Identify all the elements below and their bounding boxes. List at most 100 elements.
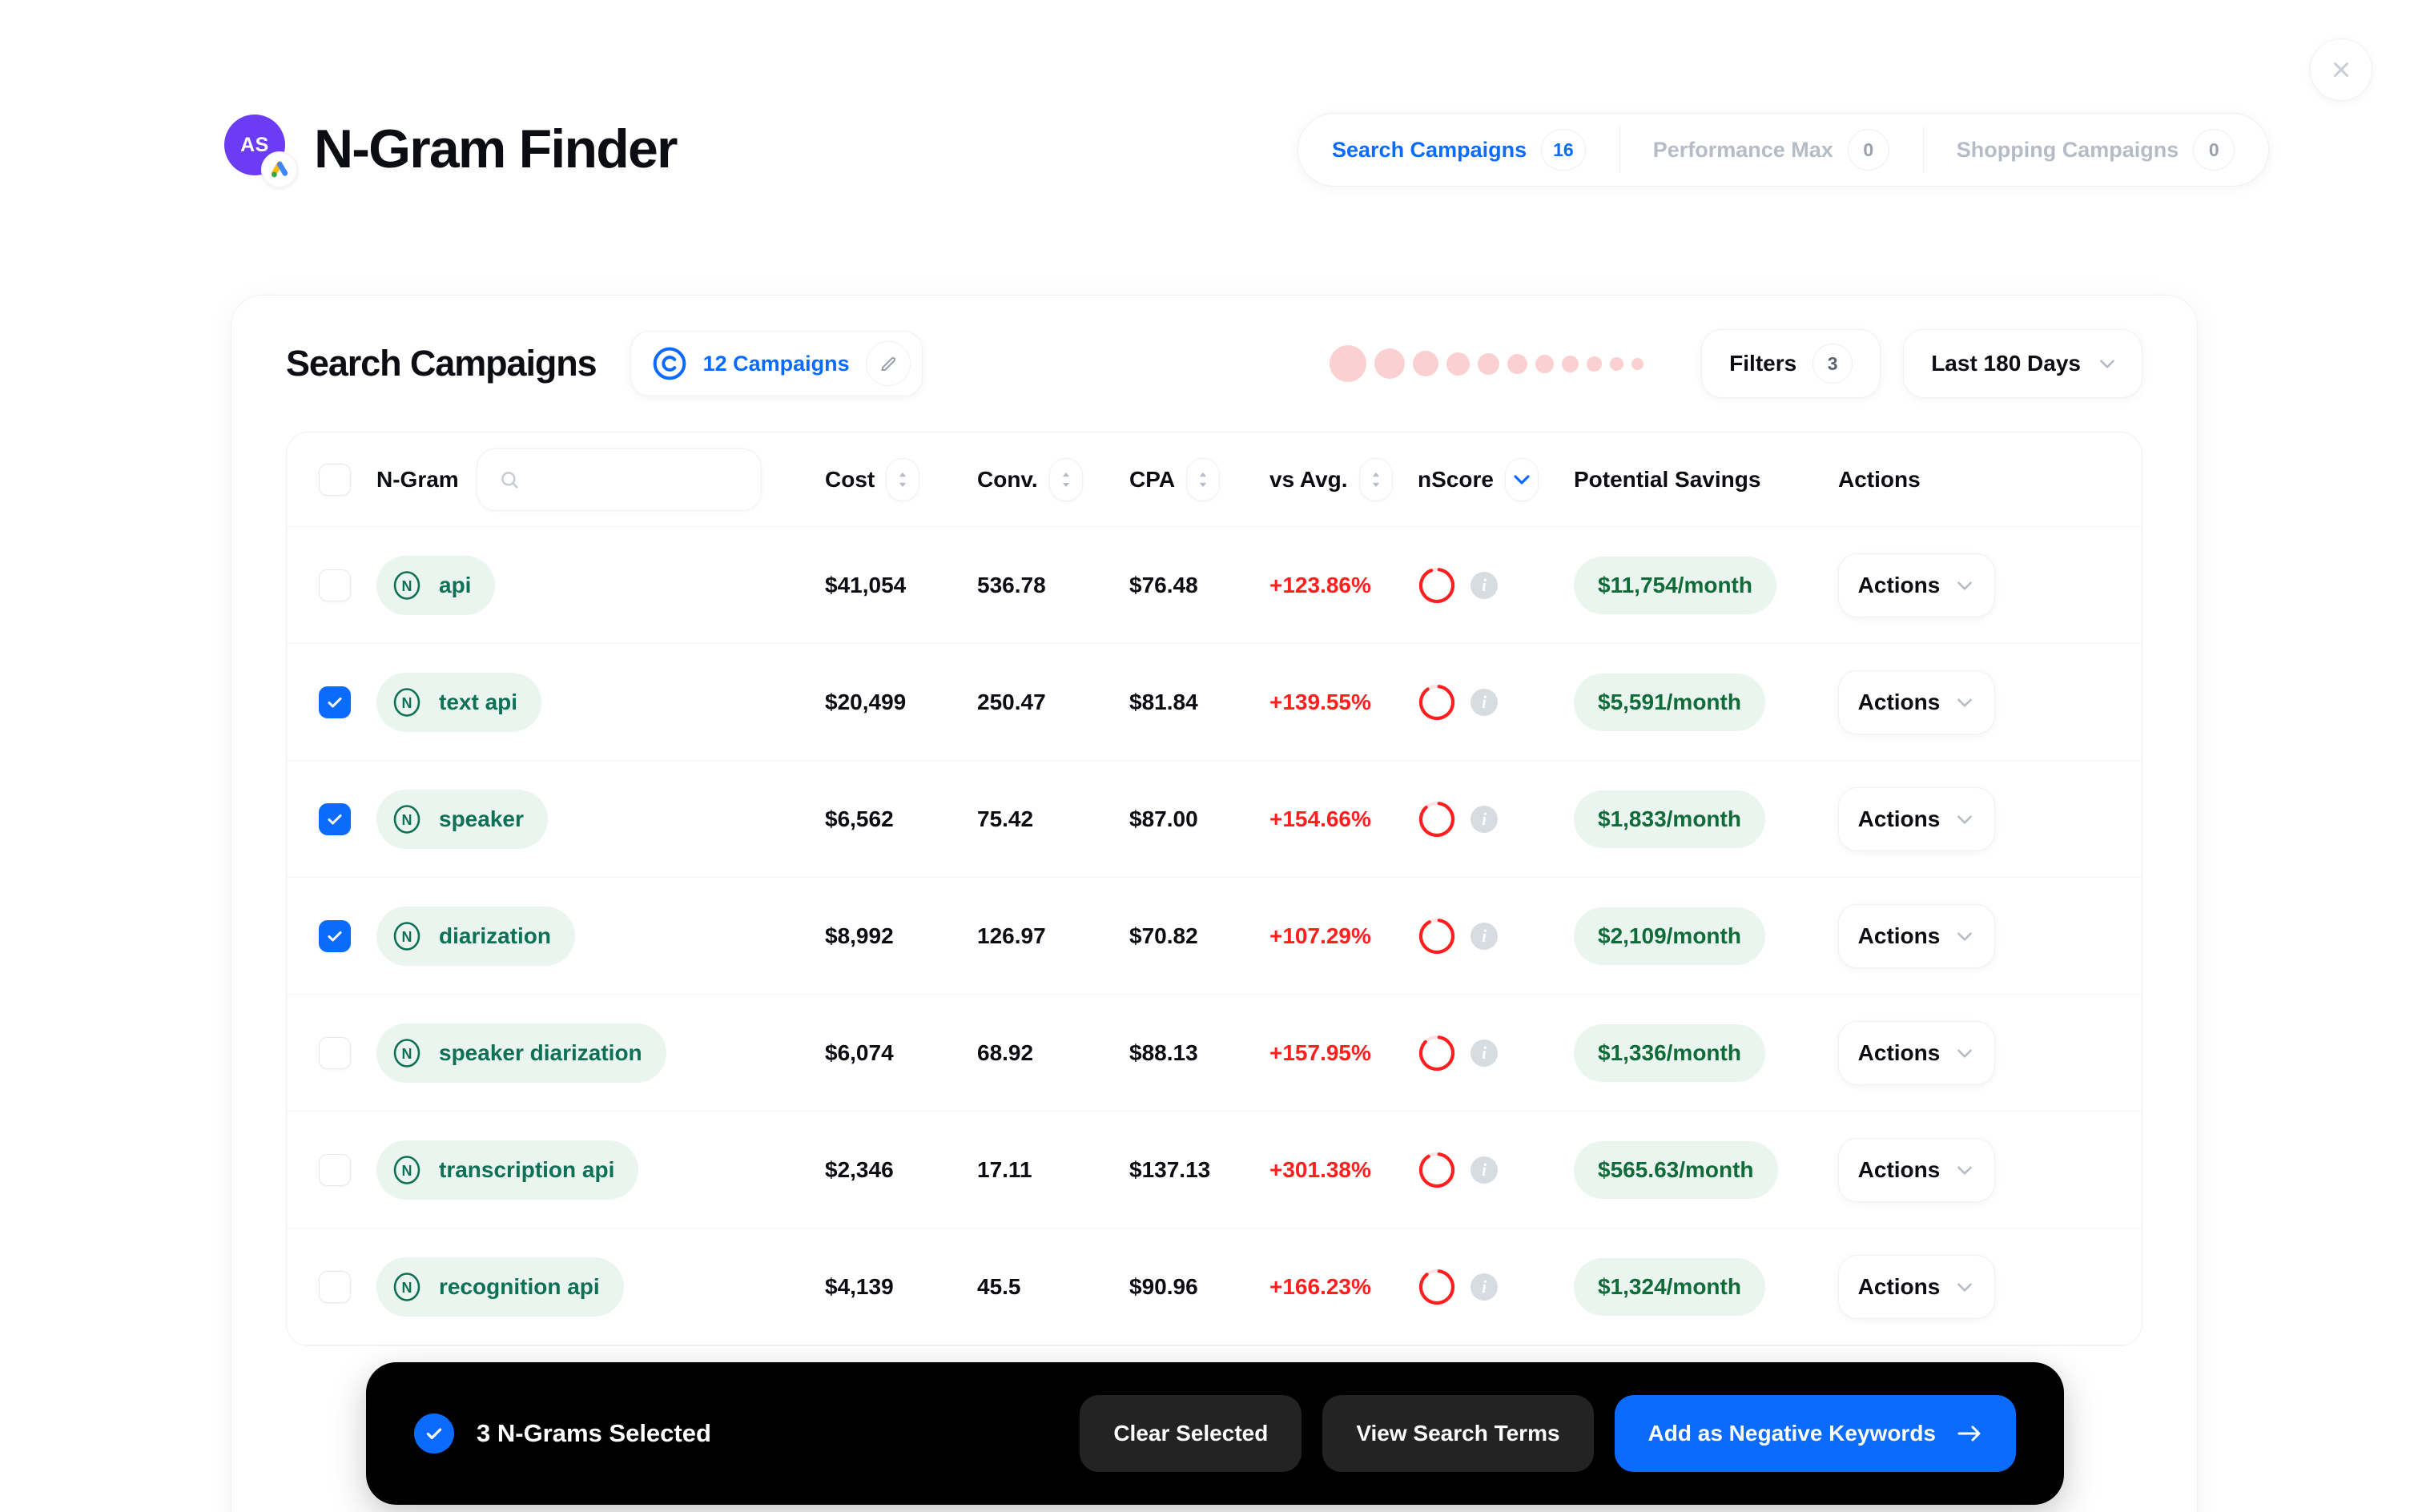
cpa-header-cell: CPA: [1129, 457, 1269, 501]
cost-value: $20,499: [825, 689, 907, 714]
ngram-table: N-Gram Cost Conv. CPA vs Avg. nScore Pot…: [286, 432, 2142, 1346]
savings-cell: $1,833/month: [1574, 790, 1838, 848]
ngram-pill[interactable]: N speaker diarization: [376, 1023, 666, 1083]
ngram-pill[interactable]: N diarization: [376, 906, 576, 966]
vs-avg-value: +301.38%: [1269, 1156, 1371, 1182]
circle-c-icon: [653, 347, 686, 380]
cost-value: $8,992: [825, 923, 894, 948]
ngram-cell: N speaker diarization: [376, 1023, 825, 1083]
cpa-value: $81.84: [1129, 689, 1198, 714]
row-checkbox[interactable]: [319, 569, 351, 601]
nscore-ring: [1418, 684, 1455, 720]
tab-search-campaigns[interactable]: Search Campaigns 16: [1298, 114, 1619, 186]
ngram-label: api: [439, 572, 472, 597]
ngram-pill[interactable]: N api: [376, 555, 496, 615]
date-range-button[interactable]: Last 180 Days: [1903, 329, 2142, 398]
table-header-row: N-Gram Cost Conv. CPA vs Avg. nScore Pot…: [287, 432, 2142, 527]
avatar-initials: AS: [240, 133, 269, 156]
info-icon[interactable]: i: [1470, 1273, 1498, 1301]
vs-avg-value: +123.86%: [1269, 572, 1371, 597]
table-row[interactable]: N text api $20,499 250.47 $81.84 +139.55…: [287, 644, 2142, 761]
cost-value: $6,074: [825, 1040, 894, 1065]
ngram-pill[interactable]: N speaker: [376, 789, 548, 849]
ngram-pill[interactable]: N recognition api: [376, 1257, 624, 1317]
tab-label: Search Campaigns: [1332, 137, 1527, 162]
sort-cost-button[interactable]: [886, 457, 920, 501]
table-row[interactable]: N transcription api $2,346 17.11 $137.13…: [287, 1112, 2142, 1228]
row-actions-button[interactable]: Actions: [1838, 670, 1995, 734]
conv-value: 17.11: [977, 1156, 1032, 1182]
info-icon[interactable]: i: [1470, 805, 1498, 833]
savings-cell: $565.63/month: [1574, 1140, 1838, 1199]
savings-cell: $5,591/month: [1574, 673, 1838, 731]
ngram-pill[interactable]: N text api: [376, 672, 542, 732]
ngram-search-box[interactable]: [476, 448, 762, 511]
table-row[interactable]: N diarization $8,992 126.97 $70.82 +107.…: [287, 878, 2142, 995]
row-actions-button[interactable]: Actions: [1838, 1020, 1995, 1085]
savings-cell: $11,754/month: [1574, 556, 1838, 614]
table-row[interactable]: N speaker $6,562 75.42 $87.00 +154.66% i…: [287, 761, 2142, 878]
ngram-n-icon: N: [393, 804, 420, 834]
ngram-cell: N recognition api: [376, 1257, 825, 1317]
filters-button[interactable]: Filters 3: [1701, 329, 1881, 398]
avatar[interactable]: AS: [224, 115, 298, 188]
table-row[interactable]: N speaker diarization $6,074 68.92 $88.1…: [287, 995, 2142, 1112]
selection-checkbox[interactable]: [414, 1413, 454, 1454]
nscore-ring: [1418, 1152, 1455, 1188]
info-icon[interactable]: i: [1470, 571, 1498, 599]
row-checkbox[interactable]: [319, 1153, 351, 1186]
savings-badge: $11,754/month: [1574, 556, 1776, 614]
campaign-selector-chip[interactable]: 12 Campaigns: [630, 331, 923, 396]
row-actions-button[interactable]: Actions: [1838, 1254, 1995, 1319]
search-input[interactable]: [533, 467, 740, 492]
svg-text:N: N: [402, 1163, 412, 1179]
conv-header-cell: Conv.: [977, 457, 1129, 501]
info-icon[interactable]: i: [1470, 922, 1498, 950]
conv-value: 45.5: [977, 1273, 1021, 1299]
conv-value: 250.47: [977, 689, 1046, 714]
info-icon[interactable]: i: [1470, 1156, 1498, 1184]
activity-dot: [1587, 356, 1603, 372]
sort-vs-avg-button[interactable]: [1358, 457, 1393, 501]
sort-nscore-button[interactable]: [1504, 457, 1539, 501]
ngram-cell: N text api: [376, 672, 825, 732]
sort-conv-button[interactable]: [1048, 457, 1083, 501]
close-button[interactable]: [2310, 38, 2372, 101]
cost-value: $6,562: [825, 806, 894, 831]
view-search-terms-button[interactable]: View Search Terms: [1322, 1395, 1594, 1472]
table-body: N api $41,054 536.78 $76.48 +123.86% i $…: [287, 527, 2142, 1345]
row-checkbox[interactable]: [319, 1036, 351, 1069]
clear-selected-button[interactable]: Clear Selected: [1080, 1395, 1302, 1472]
column-header-nscore: nScore: [1418, 466, 1494, 492]
row-checkbox[interactable]: [319, 1270, 351, 1303]
panel-toolbar: Search Campaigns 12 Campaigns Filters 3 …: [231, 296, 2197, 432]
info-icon[interactable]: i: [1470, 1039, 1498, 1067]
tab-performance-max[interactable]: Performance Max 0: [1619, 114, 1923, 186]
info-icon[interactable]: i: [1470, 688, 1498, 716]
row-actions-button[interactable]: Actions: [1838, 786, 1995, 851]
ngram-pill[interactable]: N transcription api: [376, 1140, 639, 1200]
row-select-cell: [319, 1270, 376, 1303]
row-checkbox[interactable]: [319, 686, 351, 718]
row-checkbox[interactable]: [319, 919, 351, 952]
svg-text:N: N: [402, 578, 412, 594]
ngram-cell: N api: [376, 555, 825, 615]
row-checkbox[interactable]: [319, 802, 351, 835]
activity-dot: [1478, 352, 1500, 375]
conv-value: 75.42: [977, 806, 1034, 831]
campaign-count-label: 12 Campaigns: [702, 351, 850, 376]
add-negative-keywords-button[interactable]: Add as Negative Keywords: [1614, 1395, 2016, 1472]
row-actions-button[interactable]: Actions: [1838, 903, 1995, 968]
row-actions-button[interactable]: Actions: [1838, 553, 1995, 617]
row-actions-button[interactable]: Actions: [1838, 1137, 1995, 1202]
table-row[interactable]: N recognition api $4,139 45.5 $90.96 +16…: [287, 1228, 2142, 1345]
tab-label: Performance Max: [1652, 137, 1833, 162]
select-all-checkbox[interactable]: [319, 463, 351, 496]
column-header-savings: Potential Savings: [1574, 466, 1761, 492]
activity-dot: [1507, 353, 1528, 374]
ngram-cell: N speaker: [376, 789, 825, 849]
tab-shopping-campaigns[interactable]: Shopping Campaigns 0: [1922, 114, 2269, 186]
edit-campaigns-button[interactable]: [865, 341, 911, 386]
sort-cpa-button[interactable]: [1186, 457, 1221, 501]
table-row[interactable]: N api $41,054 536.78 $76.48 +123.86% i $…: [287, 527, 2142, 644]
